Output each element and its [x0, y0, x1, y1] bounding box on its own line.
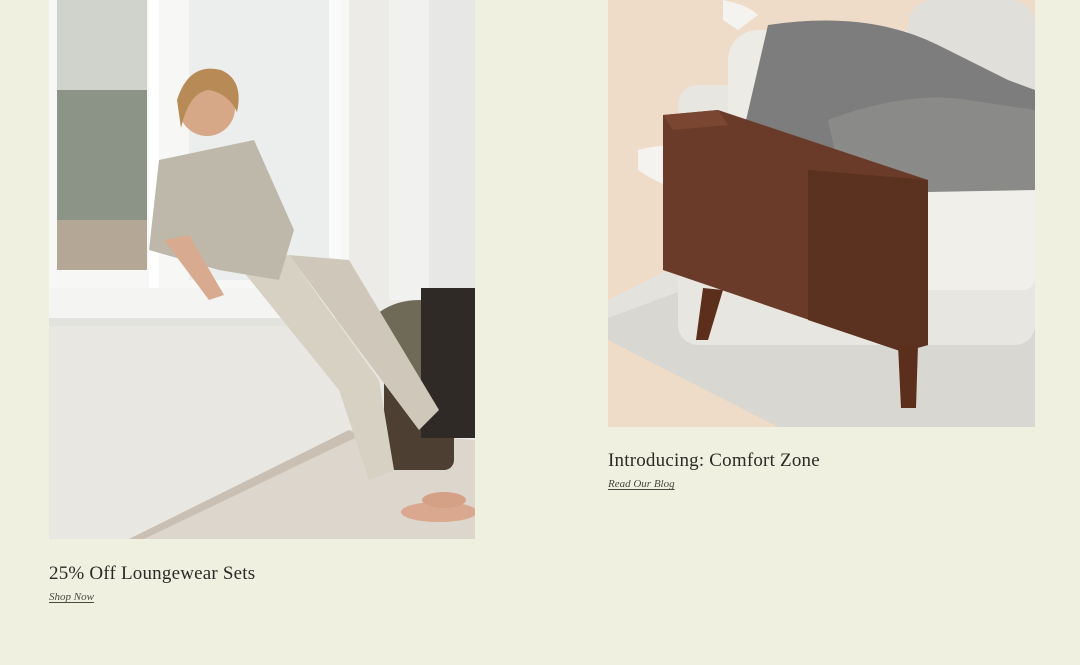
promo-card-comfort-zone: Introducing: Comfort Zone Read Our Blog: [608, 0, 1035, 491]
promo-card-loungewear: 25% Off Loungewear Sets Shop Now: [49, 0, 475, 604]
armchair-photo: [608, 0, 1035, 427]
shop-now-link[interactable]: Shop Now: [49, 591, 94, 603]
promo-title: Introducing: Comfort Zone: [608, 450, 820, 471]
loungewear-photo: [49, 0, 475, 539]
loungewear-image[interactable]: [49, 0, 475, 539]
promo-title: 25% Off Loungewear Sets: [49, 563, 256, 584]
read-our-blog-link[interactable]: Read Our Blog: [608, 478, 675, 490]
comfort-zone-image[interactable]: [608, 0, 1035, 427]
